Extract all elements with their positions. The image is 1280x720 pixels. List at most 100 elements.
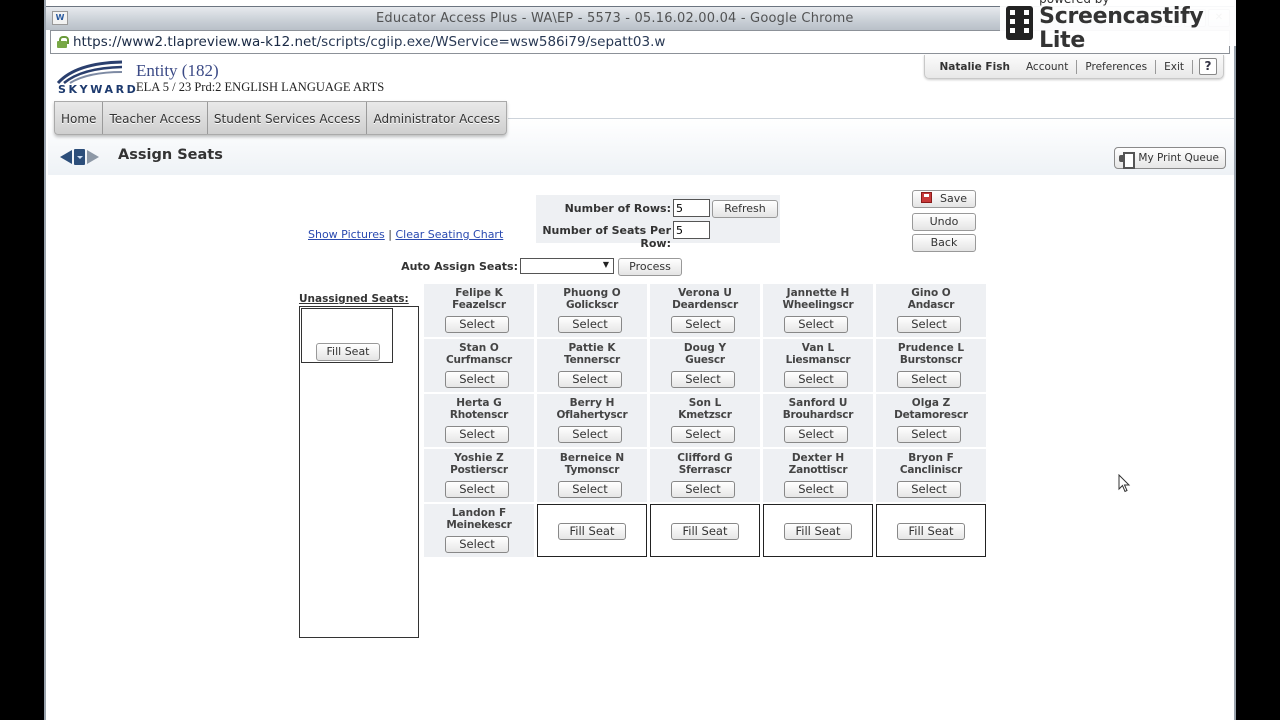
select-button[interactable]: Select bbox=[558, 481, 622, 498]
student-first-name: Dexter H bbox=[791, 452, 845, 464]
divider bbox=[1192, 59, 1193, 74]
student-last-name: Postierscr bbox=[450, 464, 508, 476]
logo-text: SKYWARD bbox=[58, 83, 139, 96]
back-arrow-icon[interactable] bbox=[60, 150, 72, 164]
select-button[interactable]: Select bbox=[671, 481, 735, 498]
student-first-name: Bryon F bbox=[908, 452, 954, 464]
select-button[interactable]: Select bbox=[445, 481, 509, 498]
student-last-name: Tennerscr bbox=[564, 354, 620, 366]
fill-seat-button[interactable]: Fill Seat bbox=[316, 343, 380, 361]
back-button[interactable]: Back bbox=[912, 234, 976, 252]
seating-grid: Felipe K Feazelscr Select Phuong O Golicksc… bbox=[424, 284, 986, 557]
clear-seating-chart-link[interactable]: Clear Seating Chart bbox=[395, 228, 503, 241]
dropdown-arrow-icon[interactable] bbox=[74, 149, 85, 165]
empty-seat: Fill Seat bbox=[650, 504, 760, 557]
student-last-name: Deardenscr bbox=[672, 299, 738, 311]
save-button[interactable]: Save bbox=[912, 190, 976, 208]
student-last-name: Detamorescr bbox=[894, 409, 968, 421]
forward-arrow-icon[interactable] bbox=[87, 150, 99, 164]
seat: Pattie K Tennerscr Select bbox=[537, 339, 647, 392]
nav-tab-administrator-access[interactable]: Administrator Access bbox=[367, 102, 506, 134]
select-button[interactable]: Select bbox=[784, 316, 848, 333]
student-last-name: Cancliniscr bbox=[899, 464, 963, 476]
select-button[interactable]: Select bbox=[445, 371, 509, 388]
select-button[interactable]: Select bbox=[671, 371, 735, 388]
process-button[interactable]: Process bbox=[618, 258, 682, 276]
seat: Son L Kmetzscr Select bbox=[650, 394, 760, 447]
exit-link[interactable]: Exit bbox=[1156, 61, 1192, 73]
nav-tab-teacher-access[interactable]: Teacher Access bbox=[103, 102, 208, 134]
student-last-name: Golickscr bbox=[565, 299, 619, 311]
auto-assign-select[interactable] bbox=[520, 258, 614, 274]
seat: Gino O Andascr Select bbox=[876, 284, 986, 337]
seat: Verona U Deardenscr Select bbox=[650, 284, 760, 337]
student-first-name: Pattie K bbox=[568, 342, 616, 354]
rows-input[interactable] bbox=[673, 199, 710, 217]
select-button[interactable]: Select bbox=[445, 316, 509, 333]
select-button[interactable]: Select bbox=[897, 371, 961, 388]
fill-seat-button[interactable]: Fill Seat bbox=[558, 523, 626, 540]
student-first-name: Doug Y bbox=[683, 342, 727, 354]
select-button[interactable]: Select bbox=[558, 371, 622, 388]
user-name: Natalie Fish bbox=[939, 60, 1010, 73]
link-separator: | bbox=[388, 228, 392, 241]
page-title: Assign Seats bbox=[118, 147, 223, 163]
student-first-name: Berneice N bbox=[559, 452, 625, 464]
select-button[interactable]: Select bbox=[897, 426, 961, 443]
mouse-cursor-icon bbox=[1118, 474, 1131, 493]
nav-tab-student-services-access[interactable]: Student Services Access bbox=[208, 102, 368, 134]
select-button[interactable]: Select bbox=[558, 426, 622, 443]
fill-seat-button[interactable]: Fill Seat bbox=[671, 523, 739, 540]
print-queue-button[interactable]: My Print Queue bbox=[1114, 147, 1226, 169]
seat: Sanford U Brouhardscr Select bbox=[763, 394, 873, 447]
seat: Berry H Oflahertyscr Select bbox=[537, 394, 647, 447]
student-last-name: Guescr bbox=[685, 354, 725, 366]
auto-assign-label: Auto Assign Seats: bbox=[401, 260, 518, 273]
refresh-button[interactable]: Refresh bbox=[712, 200, 778, 218]
undo-button[interactable]: Undo bbox=[912, 213, 976, 231]
student-last-name: Andascr bbox=[907, 299, 955, 311]
preferences-link[interactable]: Preferences bbox=[1077, 61, 1155, 73]
student-first-name: Phuong O bbox=[563, 287, 621, 299]
favicon-icon: W bbox=[52, 11, 68, 25]
seat: Stan O Curfmanscr Select bbox=[424, 339, 534, 392]
select-button[interactable]: Select bbox=[445, 426, 509, 443]
screencastify-watermark: powered by Screencastify Lite bbox=[1000, 0, 1236, 53]
fill-seat-button[interactable]: Fill Seat bbox=[897, 523, 965, 540]
window-title: Educator Access Plus - WA\EP - 5573 - 05… bbox=[376, 11, 854, 26]
seat: Doug Y Guescr Select bbox=[650, 339, 760, 392]
student-last-name: Tymonscr bbox=[564, 464, 620, 476]
student-last-name: Brouhardscr bbox=[782, 409, 854, 421]
help-button[interactable]: ? bbox=[1199, 58, 1217, 75]
nav-tab-home[interactable]: Home bbox=[55, 102, 104, 134]
student-last-name: Burstonscr bbox=[899, 354, 963, 366]
student-last-name: Feazelscr bbox=[452, 299, 506, 311]
select-button[interactable]: Select bbox=[671, 426, 735, 443]
student-first-name: Landon F bbox=[451, 507, 507, 519]
select-button[interactable]: Select bbox=[558, 316, 622, 333]
select-button[interactable]: Select bbox=[671, 316, 735, 333]
select-button[interactable]: Select bbox=[784, 371, 848, 388]
select-button[interactable]: Select bbox=[784, 481, 848, 498]
url-path: /scripts/cgiip.exe/WService=wsw586i79/se… bbox=[316, 34, 666, 50]
select-button[interactable]: Select bbox=[445, 536, 509, 553]
fill-seat-button[interactable]: Fill Seat bbox=[784, 523, 852, 540]
student-last-name: Curfmanscr bbox=[445, 354, 513, 366]
student-first-name: Olga Z bbox=[911, 397, 951, 409]
account-link[interactable]: Account bbox=[1018, 61, 1076, 73]
seat: Prudence L Burstonscr Select bbox=[876, 339, 986, 392]
show-pictures-link[interactable]: Show Pictures bbox=[308, 228, 385, 241]
seat: Olga Z Detamorescr Select bbox=[876, 394, 986, 447]
seat: Bryon F Cancliniscr Select bbox=[876, 449, 986, 502]
seats-per-row-input[interactable] bbox=[673, 221, 710, 239]
entity-title[interactable]: Entity (182) bbox=[136, 61, 219, 81]
seat: Berneice N Tymonscr Select bbox=[537, 449, 647, 502]
student-last-name: Rhotenscr bbox=[449, 409, 509, 421]
unassigned-seats-label: Unassigned Seats: bbox=[299, 293, 409, 305]
main-nav: Home Teacher Access Student Services Acc… bbox=[54, 101, 508, 135]
select-button[interactable]: Select bbox=[784, 426, 848, 443]
student-first-name: Yoshie Z bbox=[454, 452, 504, 464]
select-button[interactable]: Select bbox=[897, 316, 961, 333]
select-button[interactable]: Select bbox=[897, 481, 961, 498]
seat: Phuong O Golickscr Select bbox=[537, 284, 647, 337]
